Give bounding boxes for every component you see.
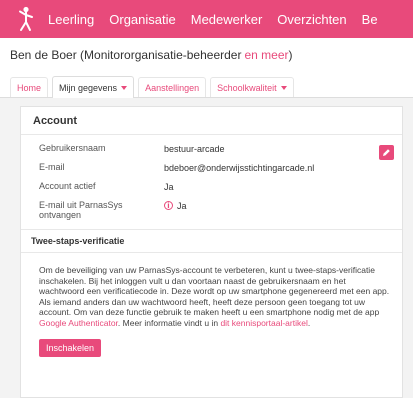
figure-logo-icon[interactable] [16, 6, 36, 32]
info-icon[interactable]: i [164, 201, 173, 210]
tab-mijn-gegevens[interactable]: Mijn gegevens [52, 76, 135, 98]
two-step-description: Om de beveiliging van uw ParnasSys-accou… [21, 253, 402, 357]
two-step-text-3: . [307, 317, 311, 328]
tab-home-label: Home [17, 82, 42, 93]
email-label: E-mail [39, 162, 65, 172]
email-receive-value: Ja [177, 201, 187, 211]
two-step-text-2: . Meer informatie vindt u in [117, 317, 221, 328]
page-title: Ben de Boer (Monitororganisatie-beheerde… [0, 38, 413, 72]
account-panel: Account Gebruikersnaam bestuur-arcade E-… [20, 106, 403, 398]
pencil-icon [383, 149, 390, 156]
row-email: E-mail bdeboer@onderwijsstichtingarcade.… [39, 162, 390, 178]
two-step-heading: Twee-staps-verificatie [21, 229, 402, 253]
caret-down-icon [280, 85, 287, 90]
tab-aanstellingen[interactable]: Aanstellingen [138, 77, 207, 97]
email-value: bdeboer@onderwijsstichtingarcade.nl [164, 163, 315, 173]
account-active-value: Ja [164, 182, 174, 192]
tab-schoolkwaliteit-label: Schoolkwaliteit [217, 82, 277, 93]
nav-item-beheer[interactable]: Be [362, 12, 378, 27]
account-heading: Account [21, 107, 402, 135]
nav-item-organisatie[interactable]: Organisatie [109, 12, 175, 27]
email-receive-value-wrap: i Ja [164, 200, 187, 211]
row-username: Gebruikersnaam bestuur-arcade [39, 143, 390, 159]
page-title-close: ) [288, 48, 293, 62]
enable-two-step-button[interactable]: Inschakelen [39, 338, 102, 357]
row-email-receive: E-mail uit ParnasSys ontvangen i Ja [39, 200, 390, 220]
tab-mijn-gegevens-label: Mijn gegevens [59, 82, 118, 93]
row-account-active: Account actief Ja [39, 181, 390, 197]
tab-bar: Home Mijn gegevens Aanstellingen Schoolk… [0, 72, 413, 98]
nav-item-medewerker[interactable]: Medewerker [191, 12, 263, 27]
top-navigation: Leerling Organisatie Medewerker Overzich… [0, 0, 413, 38]
google-authenticator-link[interactable]: Google Authenticator [39, 318, 118, 328]
account-active-label: Account actief [39, 181, 96, 191]
content-area: Account Gebruikersnaam bestuur-arcade E-… [0, 98, 413, 398]
tab-home[interactable]: Home [10, 77, 49, 97]
caret-down-icon [121, 85, 128, 90]
two-step-text: Om de beveiliging van uw ParnasSys-accou… [39, 265, 390, 318]
nav-item-leerling[interactable]: Leerling [48, 12, 94, 27]
kennisportaal-link[interactable]: dit kennisportaal-artikel [220, 318, 307, 328]
page-title-text: Ben de Boer (Monitororganisatie-beheerde… [10, 48, 242, 62]
username-label: Gebruikersnaam [39, 143, 106, 153]
edit-button[interactable] [379, 145, 394, 160]
more-roles-link[interactable]: en meer [244, 48, 288, 62]
tab-schoolkwaliteit[interactable]: Schoolkwaliteit [210, 77, 294, 97]
account-details: Gebruikersnaam bestuur-arcade E-mail bde… [21, 135, 402, 227]
username-value: bestuur-arcade [164, 144, 225, 154]
email-receive-label: E-mail uit ParnasSys ontvangen [39, 200, 123, 220]
tab-aanstellingen-label: Aanstellingen [145, 82, 200, 93]
nav-item-overzichten[interactable]: Overzichten [277, 12, 346, 27]
